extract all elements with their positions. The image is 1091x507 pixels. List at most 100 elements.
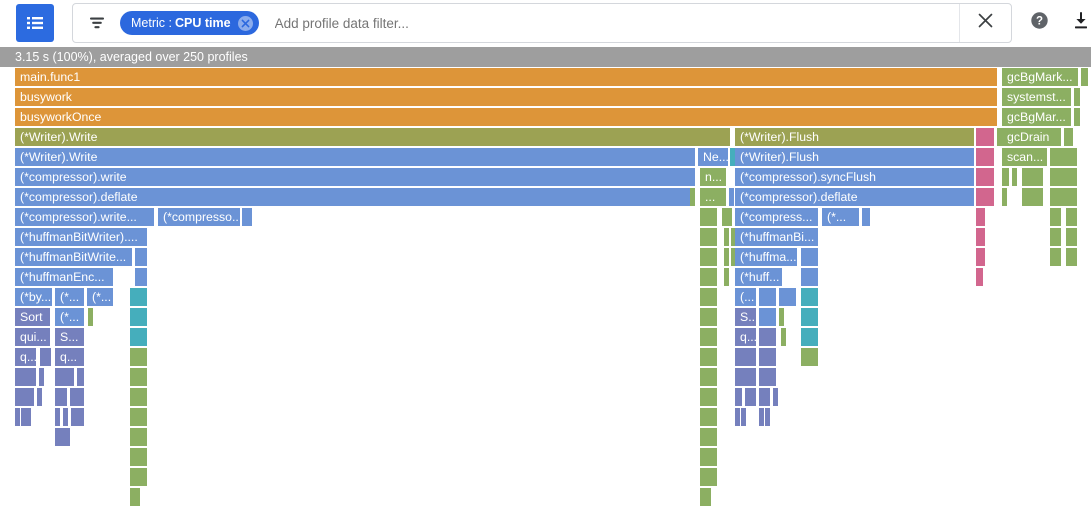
flame-frame-unlabeled[interactable]	[700, 288, 718, 307]
flame-frame-unlabeled[interactable]	[735, 368, 757, 387]
flame-frame-unlabeled[interactable]	[130, 428, 148, 447]
flame-frame-unlabeled[interactable]	[242, 208, 253, 227]
flame-frame-unlabeled[interactable]	[976, 128, 995, 147]
flame-frame-unlabeled[interactable]	[801, 348, 819, 367]
flame-frame-unlabeled[interactable]	[88, 308, 94, 327]
flame-frame-unlabeled[interactable]	[130, 328, 148, 347]
flame-frame-unlabeled[interactable]	[862, 208, 871, 227]
flame-frame-unlabeled[interactable]	[735, 388, 743, 407]
flame-frame-unlabeled[interactable]	[1074, 88, 1081, 107]
filter-funnel-icon[interactable]	[87, 13, 107, 33]
flame-frame-unlabeled[interactable]	[1022, 188, 1044, 207]
flame-frame-unlabeled[interactable]	[700, 408, 718, 427]
flame-frame[interactable]: gcDrain	[1002, 128, 1062, 147]
flame-frame[interactable]: main.func1	[15, 68, 998, 87]
flame-frame-unlabeled[interactable]	[55, 368, 75, 387]
flame-frame-unlabeled[interactable]	[700, 328, 718, 347]
flame-frame-unlabeled[interactable]	[65, 428, 71, 447]
flame-frame-unlabeled[interactable]	[741, 408, 747, 427]
flame-frame-unlabeled[interactable]	[70, 388, 85, 407]
flame-frame-unlabeled[interactable]	[801, 308, 819, 327]
flame-frame[interactable]: (*...	[55, 308, 85, 327]
profile-filter-bar[interactable]: Metric : CPU time	[72, 3, 1012, 43]
flame-frame-unlabeled[interactable]	[759, 328, 777, 347]
flame-frame[interactable]: n...	[700, 168, 727, 187]
flame-frame-unlabeled[interactable]	[700, 428, 718, 447]
flame-frame[interactable]: q...	[15, 348, 37, 367]
flame-frame-unlabeled[interactable]	[722, 208, 733, 227]
flame-frame[interactable]: (*compressor).syncFlush	[735, 168, 975, 187]
flame-frame[interactable]: (...	[735, 288, 757, 307]
flame-frame[interactable]: (*Writer).Write	[15, 128, 731, 147]
flame-frame-unlabeled[interactable]	[976, 248, 986, 267]
flame-frame-unlabeled[interactable]	[1050, 228, 1062, 247]
flame-frame-unlabeled[interactable]	[779, 288, 797, 307]
flame-frame[interactable]: q...	[55, 348, 85, 367]
flame-frame[interactable]: (*huffmanBitWriter)....	[15, 228, 148, 247]
flame-frame[interactable]: (*compressor).write	[15, 168, 696, 187]
flame-frame[interactable]: gcBgMark...	[1002, 68, 1079, 87]
flame-frame[interactable]: (*...	[55, 288, 85, 307]
flame-frame-unlabeled[interactable]	[700, 488, 712, 507]
flame-frame-unlabeled[interactable]	[1066, 228, 1078, 247]
flame-frame-unlabeled[interactable]	[130, 368, 148, 387]
flame-frame-unlabeled[interactable]	[15, 388, 35, 407]
flame-frame-unlabeled[interactable]	[130, 448, 148, 467]
flame-frame[interactable]: (*compressor).deflate	[15, 188, 696, 207]
flame-frame[interactable]: gcBgMar...	[1002, 108, 1072, 127]
flame-frame-unlabeled[interactable]	[759, 348, 777, 367]
flame-frame-unlabeled[interactable]	[130, 388, 148, 407]
flame-frame-unlabeled[interactable]	[55, 408, 61, 427]
flame-frame-unlabeled[interactable]	[1022, 168, 1044, 187]
flame-frame-unlabeled[interactable]	[976, 148, 995, 167]
flame-frame[interactable]: (*Writer).Flush	[735, 128, 975, 147]
flame-frame-unlabeled[interactable]	[130, 408, 148, 427]
download-icon[interactable]	[1071, 11, 1091, 36]
flame-frame-unlabeled[interactable]	[801, 268, 819, 287]
flame-frame-unlabeled[interactable]	[759, 368, 777, 387]
menu-list-button[interactable]	[16, 4, 54, 42]
flame-frame-unlabeled[interactable]	[130, 468, 148, 487]
flame-frame-unlabeled[interactable]	[690, 188, 696, 207]
flame-frame-unlabeled[interactable]	[700, 268, 718, 287]
flame-frame-unlabeled[interactable]	[135, 268, 148, 287]
flame-frame[interactable]: (*compressor).write...	[15, 208, 155, 227]
flame-frame-unlabeled[interactable]	[700, 368, 718, 387]
flame-frame-unlabeled[interactable]	[976, 228, 986, 247]
flame-frame-unlabeled[interactable]	[1064, 128, 1074, 147]
flame-frame[interactable]: (*huffmanBitWrite...	[15, 248, 133, 267]
flame-frame-unlabeled[interactable]	[765, 408, 771, 427]
flame-frame-unlabeled[interactable]	[1050, 208, 1062, 227]
help-circle-icon[interactable]: ?	[1030, 11, 1049, 35]
flame-frame-unlabeled[interactable]	[55, 388, 68, 407]
flame-frame-unlabeled[interactable]	[801, 288, 819, 307]
flame-frame-unlabeled[interactable]	[781, 328, 787, 347]
flame-frame-unlabeled[interactable]	[1081, 68, 1089, 87]
flame-frame-unlabeled[interactable]	[700, 348, 718, 367]
flame-frame[interactable]: (*...	[822, 208, 860, 227]
flame-frame-unlabeled[interactable]	[735, 348, 757, 367]
flame-frame[interactable]: S...	[55, 328, 85, 347]
flame-frame[interactable]: (*huffmanBi...	[735, 228, 819, 247]
flame-frame-unlabeled[interactable]	[976, 268, 984, 287]
flame-frame[interactable]: (*huffma...	[735, 248, 798, 267]
flame-frame-unlabeled[interactable]	[1074, 108, 1081, 127]
flame-frame-unlabeled[interactable]	[1012, 168, 1018, 187]
flame-frame-unlabeled[interactable]	[779, 308, 785, 327]
flame-frame[interactable]: (*Writer).Write	[15, 148, 696, 167]
flame-frame-unlabeled[interactable]	[63, 408, 69, 427]
flame-frame-unlabeled[interactable]	[1050, 248, 1062, 267]
flame-frame-unlabeled[interactable]	[77, 368, 85, 387]
flame-frame-unlabeled[interactable]	[700, 228, 718, 247]
flame-frame-unlabeled[interactable]	[1066, 208, 1078, 227]
flame-frame-unlabeled[interactable]	[759, 308, 777, 327]
flame-frame-unlabeled[interactable]	[39, 368, 45, 387]
flame-frame-unlabeled[interactable]	[700, 248, 718, 267]
flame-frame[interactable]: (*compresso...	[158, 208, 241, 227]
flame-frame-unlabeled[interactable]	[801, 248, 819, 267]
flame-frame-unlabeled[interactable]	[1066, 248, 1078, 267]
chip-remove-icon[interactable]	[238, 16, 253, 31]
flame-frame-unlabeled[interactable]	[801, 328, 819, 347]
flame-frame-unlabeled[interactable]	[130, 488, 141, 507]
flame-frame[interactable]: (*compressor).deflate	[735, 188, 975, 207]
